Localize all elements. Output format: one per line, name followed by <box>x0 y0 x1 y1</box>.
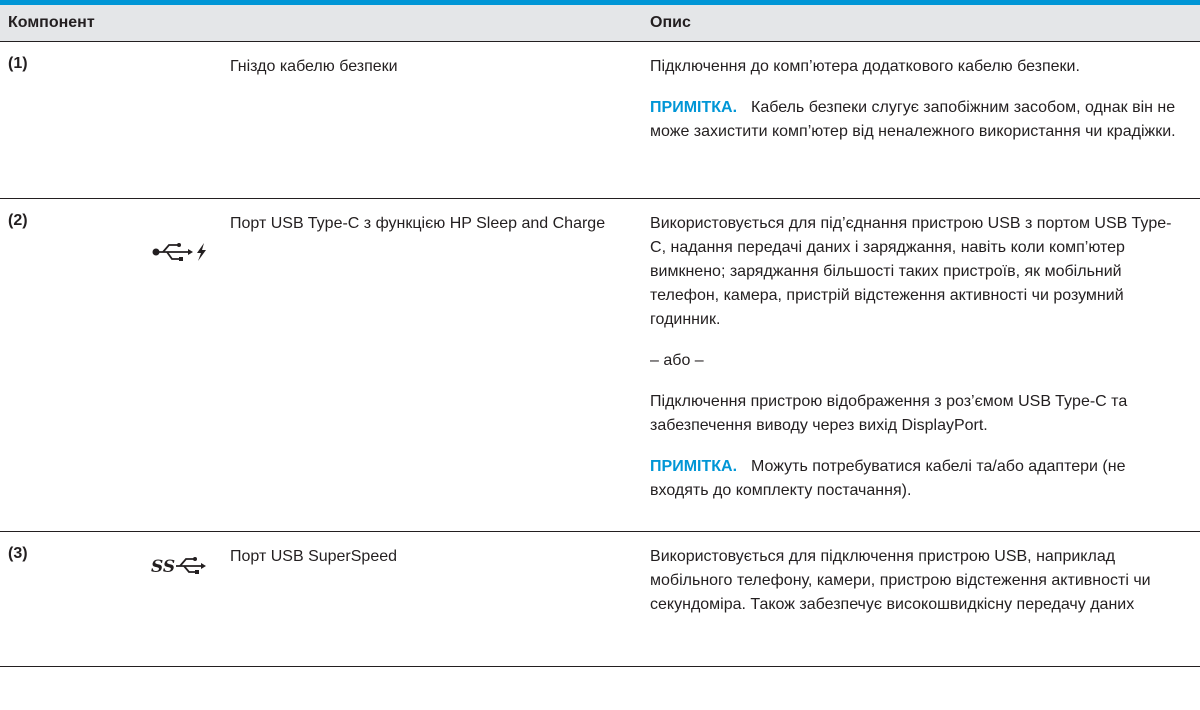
row-icon-cell <box>152 198 230 532</box>
component-name: Порт USB SuperSpeed <box>230 531 651 667</box>
table-row: (1) Гніздо кабелю безпеки Підключення до… <box>0 41 1200 199</box>
row-icon-cell <box>155 41 230 199</box>
row-icon-cell: SS <box>151 531 230 667</box>
header-description: Опис <box>650 5 1200 42</box>
separator-paragraph: – або – <box>650 352 704 369</box>
components-table: Компонент Опис (1) Гніздо кабелю безпеки… <box>0 5 1200 667</box>
description-paragraph: Підключення до комп’ютера додаткового ка… <box>650 58 1080 75</box>
note-label: ПРИМІТКА. <box>650 458 738 475</box>
row-number: (2) <box>0 198 155 532</box>
component-name: Гніздо кабелю безпеки <box>230 41 651 199</box>
svg-text:SS: SS <box>151 557 175 577</box>
note-label: ПРИМІТКА. <box>650 99 738 116</box>
note-paragraph: ПРИМІТКА. Кабель безпеки слугує запобіжни… <box>650 99 1176 140</box>
description-paragraph: Підключення пристрою відображення з роз’… <box>650 393 1128 434</box>
description-paragraph: Використовується для підключення пристро… <box>650 548 1151 613</box>
description-paragraph: Використовується для під’єднання пристро… <box>650 215 1172 328</box>
row-number: (1) <box>0 41 155 199</box>
component-description: Підключення до комп’ютера додаткового ка… <box>650 41 1200 199</box>
table-row: (2) Порт USB Type-C з функцією HP Sleep … <box>0 198 1200 532</box>
component-description: Використовується для під’єднання пристро… <box>650 198 1200 532</box>
table-header-row: Компонент Опис <box>0 5 1200 42</box>
header-component: Компонент <box>0 5 651 42</box>
row-number: (3) <box>0 531 155 667</box>
usb-charge-icon <box>152 243 206 261</box>
usb-superspeed-icon: SS <box>151 557 206 577</box>
table-row: (3) SS Порт USB SuperSpeed Використовуєт… <box>0 531 1200 667</box>
note-paragraph: ПРИМІТКА. Можуть потребуватися кабелі та/… <box>650 458 1126 499</box>
component-description: Використовується для підключення пристро… <box>650 531 1200 667</box>
component-name: Порт USB Type-C з функцією HP Sleep and … <box>230 198 651 532</box>
